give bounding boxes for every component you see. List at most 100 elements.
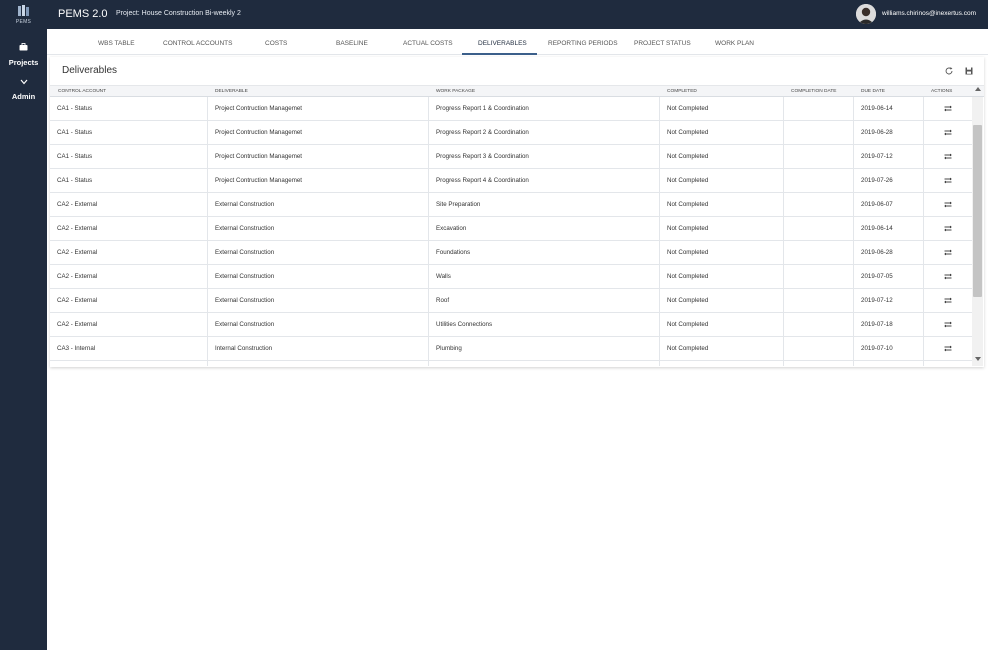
swap-arrows-icon[interactable] bbox=[944, 321, 952, 328]
swap-arrows-icon[interactable] bbox=[944, 105, 952, 112]
table-header: CONTROL ACCOUNT DELIVERABLE WORK PACKAGE… bbox=[50, 85, 984, 97]
panel-title: Deliverables bbox=[62, 65, 118, 76]
cell-deliverable: External Construction bbox=[208, 193, 429, 217]
column-header-actions: ACTIONS bbox=[931, 89, 953, 94]
cell-completion-date[interactable] bbox=[784, 193, 854, 217]
cell-work-package: Roof bbox=[429, 289, 660, 313]
refresh-icon[interactable] bbox=[944, 66, 954, 76]
tab-project-status[interactable]: PROJECT STATUS bbox=[634, 40, 691, 47]
save-icon[interactable] bbox=[964, 66, 974, 76]
cell-completion-date[interactable] bbox=[784, 97, 854, 121]
cell-completion-date[interactable] bbox=[784, 337, 854, 361]
sidebar: PEMS Projects Admin bbox=[0, 0, 47, 650]
cell-completed[interactable]: Not Completed bbox=[660, 337, 784, 361]
tab-costs[interactable]: COSTS bbox=[265, 40, 287, 47]
project-title: Project: House Construction Bi-weekly 2 bbox=[116, 10, 241, 17]
sidebar-item-label: Admin bbox=[11, 92, 36, 101]
table-row[interactable]: CA2 - External External Construction Utili… bbox=[50, 313, 972, 337]
tab-wbs-table[interactable]: WBS TABLE bbox=[98, 40, 135, 47]
table-row[interactable]: CA3 - Internal Internal Construction Plumb… bbox=[50, 337, 972, 361]
swap-arrows-icon[interactable] bbox=[944, 249, 952, 256]
cell-completed[interactable]: Not Completed bbox=[660, 121, 784, 145]
table-row[interactable]: CA2 - External External Construction Roof N… bbox=[50, 289, 972, 313]
cell-completion-date[interactable] bbox=[784, 121, 854, 145]
cell-completed[interactable]: Not Completed bbox=[660, 193, 784, 217]
user-email[interactable]: williams.chirinos@inexertus.com bbox=[882, 10, 976, 17]
cell-deliverable: External Construction bbox=[208, 217, 429, 241]
cell-completed[interactable]: Not Completed bbox=[660, 97, 784, 121]
cell-actions bbox=[924, 313, 972, 337]
cell-completion-date[interactable] bbox=[784, 289, 854, 313]
cell-completion-date[interactable] bbox=[784, 217, 854, 241]
cell-work-package: Site Preparation bbox=[429, 193, 660, 217]
cell-completion-date[interactable] bbox=[784, 145, 854, 169]
cell-actions bbox=[924, 337, 972, 361]
column-header-work-package[interactable]: WORK PACKAGE bbox=[436, 89, 475, 94]
tab-deliverables[interactable]: DELIVERABLES bbox=[478, 40, 527, 47]
cell-completed[interactable]: Not Completed bbox=[660, 241, 784, 265]
swap-arrows-icon[interactable] bbox=[944, 129, 952, 136]
cell-work-package: Progress Report 4 & Coordination bbox=[429, 169, 660, 193]
avatar[interactable] bbox=[856, 4, 876, 24]
swap-arrows-icon[interactable] bbox=[944, 153, 952, 160]
cell-control-account: CA3 - Internal bbox=[50, 337, 208, 361]
cell-work-package: Walls bbox=[429, 265, 660, 289]
cell-completion-date[interactable] bbox=[784, 169, 854, 193]
sidebar-item-projects[interactable]: Projects bbox=[0, 38, 47, 67]
swap-arrows-icon[interactable] bbox=[944, 297, 952, 304]
scroll-up-arrow-icon[interactable] bbox=[975, 87, 981, 91]
cell-completion-date[interactable] bbox=[784, 241, 854, 265]
cell-deliverable: Internal Construction bbox=[208, 337, 429, 361]
cell-deliverable: External Construction bbox=[208, 265, 429, 289]
table-row[interactable] bbox=[50, 361, 972, 366]
cell-completed[interactable]: Not Completed bbox=[660, 217, 784, 241]
app-title: PEMS 2.0 bbox=[58, 8, 108, 20]
cell-work-package: Progress Report 2 & Coordination bbox=[429, 121, 660, 145]
deliverables-table: CONTROL ACCOUNT DELIVERABLE WORK PACKAGE… bbox=[50, 85, 984, 367]
swap-arrows-icon[interactable] bbox=[944, 345, 952, 352]
swap-arrows-icon[interactable] bbox=[944, 201, 952, 208]
table-row[interactable]: CA2 - External External Construction Excav… bbox=[50, 217, 972, 241]
cell-completed[interactable]: Not Completed bbox=[660, 289, 784, 313]
column-header-completed[interactable]: COMPLETED bbox=[667, 89, 697, 94]
tab-reporting-periods[interactable]: REPORTING PERIODS bbox=[548, 40, 618, 47]
cell-due-date: 2019-07-12 bbox=[854, 289, 924, 313]
cell-deliverable: Project Contruction Managemet bbox=[208, 169, 429, 193]
tab-work-plan[interactable]: WORK PLAN bbox=[715, 40, 754, 47]
cell-completion-date[interactable] bbox=[784, 361, 854, 366]
column-header-completion-date[interactable]: COMPLETION DATE bbox=[791, 89, 837, 94]
cell-due-date: 2019-07-12 bbox=[854, 145, 924, 169]
tab-baseline[interactable]: BASELINE bbox=[336, 40, 368, 47]
sidebar-item-admin[interactable]: Admin bbox=[0, 72, 47, 101]
swap-arrows-icon[interactable] bbox=[944, 225, 952, 232]
table-row[interactable]: CA2 - External External Construction Site … bbox=[50, 193, 972, 217]
cell-completed[interactable]: Not Completed bbox=[660, 313, 784, 337]
cell-due-date: 2019-06-07 bbox=[854, 193, 924, 217]
table-row[interactable]: CA2 - External External Construction Walls… bbox=[50, 265, 972, 289]
cell-completion-date[interactable] bbox=[784, 313, 854, 337]
tab-actual-costs[interactable]: ACTUAL COSTS bbox=[403, 40, 453, 47]
cell-completed[interactable]: Not Completed bbox=[660, 169, 784, 193]
app-logo[interactable]: PEMS bbox=[0, 4, 47, 28]
deliverables-panel: Deliverables CONTROL ACCOUNT DELIVERABLE… bbox=[50, 57, 984, 367]
swap-arrows-icon[interactable] bbox=[944, 273, 952, 280]
scroll-down-arrow-icon[interactable] bbox=[975, 357, 981, 361]
table-row[interactable]: CA1 - Status Project Contruction Manageme… bbox=[50, 121, 972, 145]
column-header-due-date[interactable]: DUE DATE bbox=[861, 89, 885, 94]
scrollbar-thumb[interactable] bbox=[973, 125, 982, 297]
table-row[interactable]: CA1 - Status Project Contruction Manageme… bbox=[50, 145, 972, 169]
table-row[interactable]: CA1 - Status Project Contruction Manageme… bbox=[50, 169, 972, 193]
cell-completed[interactable]: Not Completed bbox=[660, 145, 784, 169]
cell-completed[interactable]: Not Completed bbox=[660, 265, 784, 289]
table-row[interactable]: CA2 - External External Construction Found… bbox=[50, 241, 972, 265]
cell-completion-date[interactable] bbox=[784, 265, 854, 289]
column-header-control-account[interactable]: CONTROL ACCOUNT bbox=[58, 89, 106, 94]
table-row[interactable]: CA1 - Status Project Contruction Manageme… bbox=[50, 97, 972, 121]
cell-due-date: 2019-07-26 bbox=[854, 169, 924, 193]
cell-control-account: CA1 - Status bbox=[50, 121, 208, 145]
tab-control-accounts[interactable]: CONTROL ACCOUNTS bbox=[163, 40, 232, 47]
cell-completed[interactable] bbox=[660, 361, 784, 366]
column-header-deliverable[interactable]: DELIVERABLE bbox=[215, 89, 248, 94]
swap-arrows-icon[interactable] bbox=[944, 177, 952, 184]
active-tab-indicator bbox=[462, 53, 537, 55]
